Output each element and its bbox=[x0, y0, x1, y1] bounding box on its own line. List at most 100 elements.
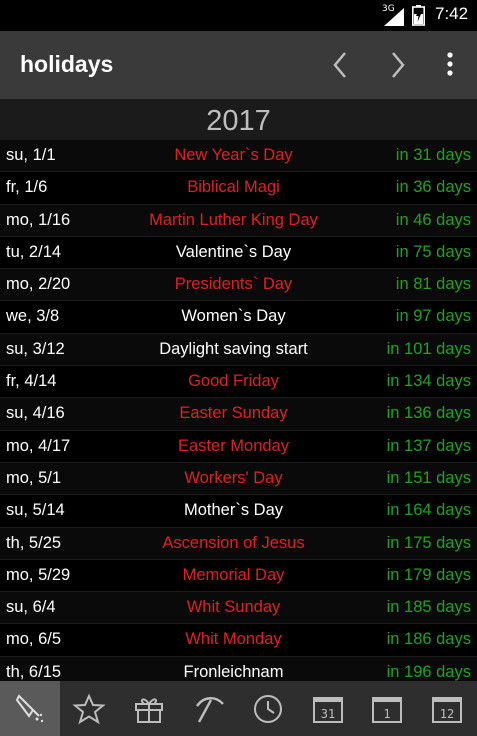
star-icon bbox=[72, 693, 107, 724]
calendar-month-label: 31 bbox=[321, 707, 335, 721]
calendar-day-label: 1 bbox=[384, 707, 391, 721]
holiday-date: su, 1/1 bbox=[6, 146, 56, 164]
holiday-countdown: in 75 days bbox=[395, 242, 471, 261]
holiday-name: Fronleichnam bbox=[183, 662, 284, 681]
clock-icon bbox=[254, 694, 283, 723]
holiday-date: fr, 4/14 bbox=[6, 372, 57, 391]
holiday-name: Whit Monday bbox=[185, 630, 282, 649]
holiday-name: Easter Monday bbox=[178, 436, 289, 455]
holidays-icon bbox=[15, 693, 43, 722]
holiday-row[interactable]: fr, 1/6 Biblical Magi in 36 days bbox=[0, 171, 477, 204]
holiday-countdown: in 196 days bbox=[386, 662, 471, 681]
holiday-date: th, 5/25 bbox=[6, 533, 62, 552]
chevron-right-icon bbox=[392, 52, 405, 78]
holiday-row[interactable]: su, 1/1 New Year`s Day in 31 days bbox=[0, 139, 477, 172]
tab-time[interactable] bbox=[238, 681, 298, 736]
holiday-row[interactable]: su, 6/4 Whit Sunday in 185 days bbox=[0, 591, 477, 624]
status-bar: 3G 7:42 bbox=[0, 0, 477, 31]
overflow-menu-button[interactable] bbox=[432, 45, 468, 85]
holiday-row[interactable]: mo, 2/20 Presidents` Day in 81 days bbox=[0, 268, 477, 301]
holiday-countdown: in 31 days bbox=[395, 146, 471, 164]
holiday-name: Martin Luther King Day bbox=[149, 210, 318, 229]
holiday-row[interactable]: su, 3/12 Daylight saving start in 101 days bbox=[0, 332, 477, 366]
year-header: 2017 bbox=[0, 99, 477, 139]
holiday-name: Ascension of Jesus bbox=[162, 533, 305, 552]
holiday-name: Whit Sunday bbox=[186, 598, 281, 617]
holiday-name: Easter Sunday bbox=[179, 404, 288, 423]
next-year-button[interactable] bbox=[378, 45, 418, 85]
holiday-countdown: in 101 days bbox=[386, 339, 471, 358]
holiday-list[interactable]: su, 1/1 New Year`s Day in 31 days fr, 1/6 Bi… bbox=[0, 139, 477, 681]
app-bar: holidays bbox=[0, 31, 477, 99]
holiday-countdown: in 175 days bbox=[386, 533, 471, 552]
holiday-date: su, 4/16 bbox=[6, 404, 65, 423]
holiday-countdown: in 137 days bbox=[386, 436, 471, 455]
holiday-row[interactable]: we, 3/8 Women`s Day in 97 days bbox=[0, 300, 477, 333]
holiday-name: New Year`s Day bbox=[174, 146, 293, 164]
chevron-left-icon bbox=[333, 52, 346, 78]
network-type: 3G bbox=[382, 4, 395, 14]
holiday-countdown: in 36 days bbox=[395, 178, 471, 197]
holiday-row[interactable]: mo, 4/17 Easter Monday in 137 days bbox=[0, 429, 477, 462]
tab-birthdays[interactable] bbox=[119, 681, 179, 736]
page-title: holidays bbox=[20, 51, 114, 77]
holiday-name: Presidents` Day bbox=[174, 275, 293, 294]
holiday-row[interactable]: mo, 5/1 Workers' Day in 151 days bbox=[0, 461, 477, 495]
holiday-name: Mother`s Day bbox=[183, 501, 284, 520]
tab-year[interactable]: 12 bbox=[417, 681, 477, 736]
holiday-date: su, 3/12 bbox=[6, 339, 65, 358]
tab-favorites[interactable] bbox=[60, 681, 120, 736]
holiday-date: tu, 2/14 bbox=[6, 242, 62, 261]
holiday-date: fr, 1/6 bbox=[6, 178, 48, 197]
more-vert-icon bbox=[447, 52, 453, 76]
holiday-row[interactable]: th, 5/25 Ascension of Jesus in 175 days bbox=[0, 526, 477, 559]
holiday-date: mo, 2/20 bbox=[6, 275, 71, 294]
holiday-date: mo, 5/1 bbox=[6, 468, 62, 487]
calendar-year-icon: 12 bbox=[431, 696, 462, 723]
holiday-name: Biblical Magi bbox=[187, 178, 280, 197]
holiday-name: Workers' Day bbox=[184, 468, 283, 487]
holiday-date: su, 5/14 bbox=[6, 501, 65, 520]
holiday-row[interactable]: su, 4/16 Easter Sunday in 136 days bbox=[0, 397, 477, 430]
pickaxe-icon bbox=[195, 696, 224, 723]
holiday-name: Valentine`s Day bbox=[175, 242, 292, 261]
holiday-row[interactable]: mo, 6/5 Whit Monday in 186 days bbox=[0, 623, 477, 656]
calendar-day-icon: 1 bbox=[372, 696, 403, 723]
holiday-row[interactable]: fr, 4/14 Good Friday in 134 days bbox=[0, 365, 477, 398]
clock-time: 7:42 bbox=[435, 4, 469, 23]
holiday-date: su, 6/4 bbox=[6, 598, 56, 617]
tab-workdays[interactable] bbox=[179, 681, 239, 736]
holiday-countdown: in 81 days bbox=[395, 275, 471, 294]
calendar-month-icon: 31 bbox=[312, 696, 343, 723]
holiday-countdown: in 151 days bbox=[386, 468, 471, 487]
holiday-row[interactable]: mo, 1/16 Martin Luther King Day in 46 days bbox=[0, 203, 477, 236]
tab-month[interactable]: 31 bbox=[298, 681, 358, 736]
holiday-countdown: in 97 days bbox=[395, 307, 471, 326]
holiday-row[interactable]: su, 5/14 Mother`s Day in 164 days bbox=[0, 494, 477, 527]
holiday-date: mo, 6/5 bbox=[6, 630, 62, 649]
holiday-date: mo, 1/16 bbox=[6, 210, 71, 229]
holiday-row[interactable]: mo, 5/29 Memorial Day in 179 days bbox=[0, 558, 477, 592]
holiday-name: Good Friday bbox=[188, 372, 279, 391]
holiday-countdown: in 179 days bbox=[386, 565, 471, 584]
holiday-date: mo, 5/29 bbox=[6, 565, 71, 584]
battery-icon bbox=[412, 5, 425, 26]
holiday-name: Women`s Day bbox=[181, 307, 286, 326]
holiday-name: Daylight saving start bbox=[159, 339, 308, 358]
holiday-date: th, 6/15 bbox=[6, 662, 62, 681]
tab-day[interactable]: 1 bbox=[358, 681, 418, 736]
gift-icon bbox=[134, 697, 163, 723]
holiday-date: we, 3/8 bbox=[6, 307, 60, 326]
previous-year-button[interactable] bbox=[320, 45, 360, 85]
holiday-date: mo, 4/17 bbox=[6, 436, 71, 455]
holiday-row[interactable]: tu, 2/14 Valentine`s Day in 75 days bbox=[0, 235, 477, 269]
holiday-countdown: in 134 days bbox=[386, 372, 471, 391]
holiday-countdown: in 46 days bbox=[395, 210, 471, 229]
holiday-row[interactable]: th, 6/15 Fronleichnam in 196 days bbox=[0, 655, 477, 681]
tab-holidays[interactable] bbox=[0, 681, 60, 736]
holiday-countdown: in 164 days bbox=[386, 501, 471, 520]
holiday-countdown: in 185 days bbox=[386, 598, 471, 617]
holiday-countdown: in 136 days bbox=[386, 404, 471, 423]
bottom-tab-bar: 31 1 12 bbox=[0, 681, 477, 736]
holiday-name: Memorial Day bbox=[182, 565, 285, 584]
